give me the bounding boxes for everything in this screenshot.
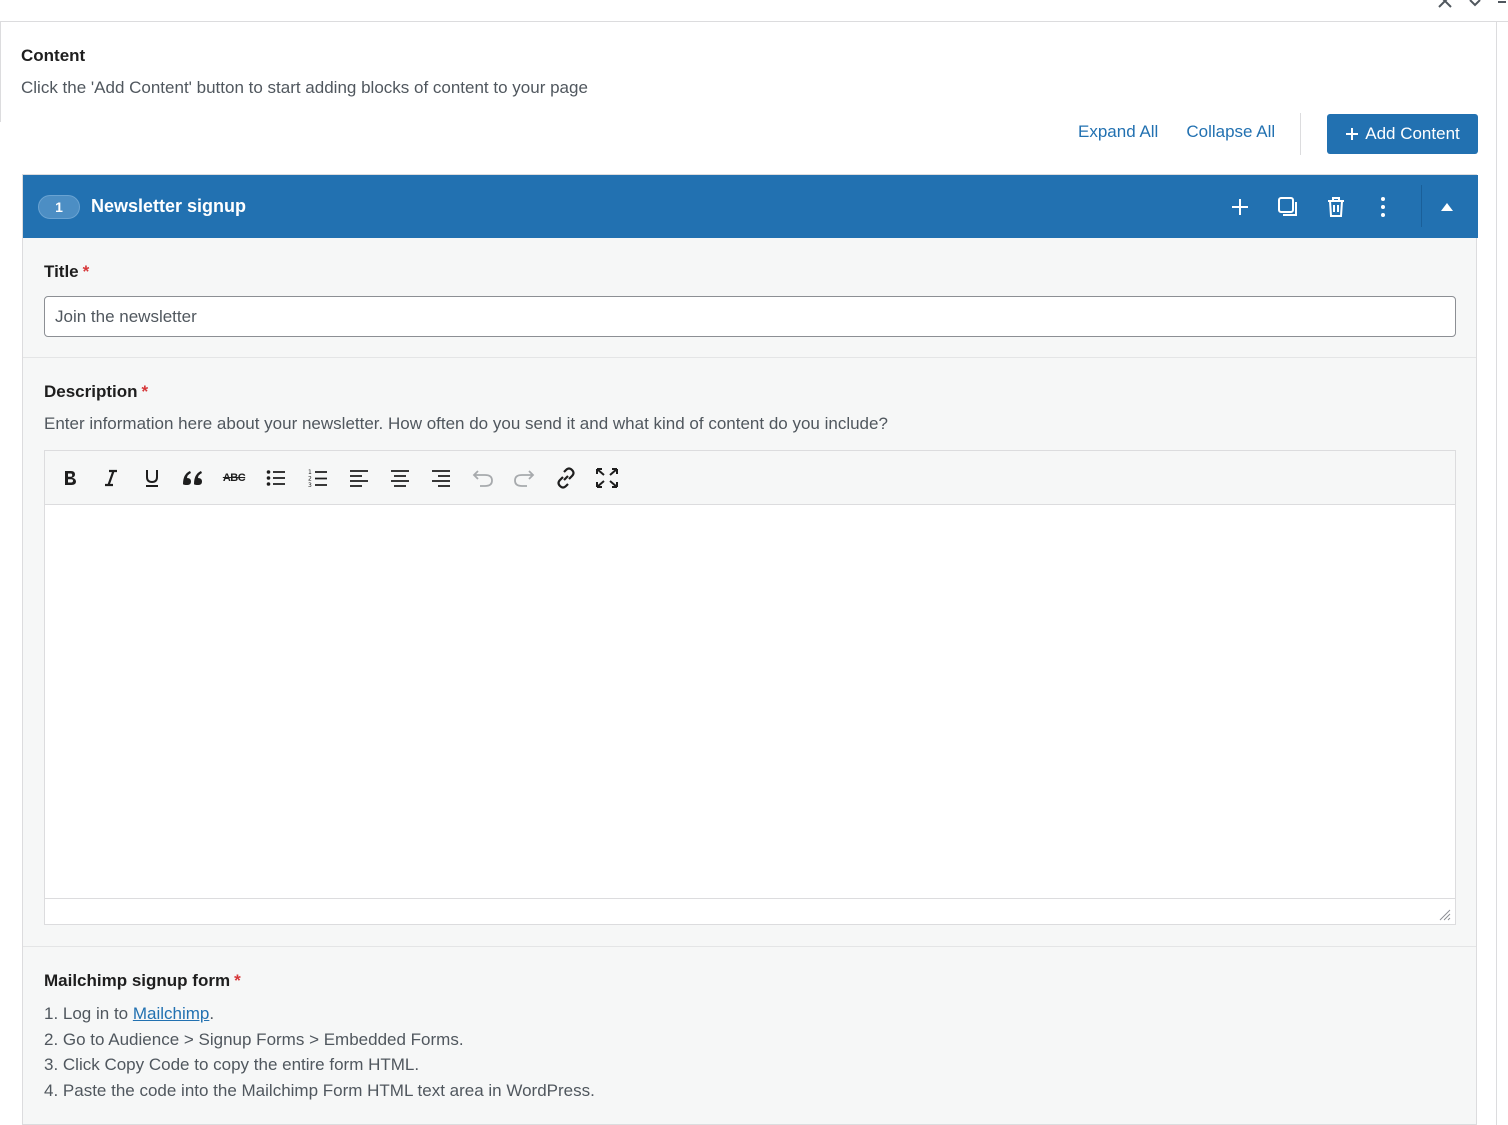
step-4: 4. Paste the code into the Mailchimp For… [44,1080,595,1100]
underline-button[interactable] [136,462,168,494]
mailchimp-instructions: 1. Log in to Mailchimp. 2. Go to Audienc… [44,1001,595,1103]
bullet-list-icon [266,470,285,486]
mailchimp-label: Mailchimp signup form * [44,971,241,991]
svg-text:3: 3 [308,482,312,488]
block-number-badge: 1 [38,195,80,219]
panel-edge [0,22,1,122]
align-right-button[interactable] [425,462,457,494]
blockquote-button[interactable] [177,462,209,494]
underline-icon [146,470,158,487]
block-title: Newsletter signup [91,196,247,216]
undo-icon [472,470,493,487]
editor-toolbar: ABC 123 [45,451,1455,505]
required-marker: * [82,262,90,281]
numbered-list-icon: 123 [308,469,327,488]
numbered-list-button[interactable]: 123 [302,462,334,494]
content-heading: Content [21,46,86,65]
delete-block-button[interactable] [1320,191,1352,223]
divider [1300,113,1301,155]
strikethrough-icon: ABC [222,472,246,484]
minimize-icon[interactable] [1496,0,1508,15]
required-marker: * [141,382,149,401]
undo-button[interactable] [467,462,499,494]
chevron-down-icon[interactable] [1468,0,1482,15]
mailchimp-label-text: Mailchimp signup form [44,971,231,990]
content-block: 1 Newsletter signup Title* Description* … [22,174,1478,1125]
duplicate-block-button[interactable] [1272,191,1304,223]
expand-all-link[interactable]: Expand All [1078,122,1158,142]
duplicate-icon [1278,197,1297,216]
trash-icon [1328,197,1344,217]
plus-icon [1232,199,1248,215]
kebab-menu-icon [1381,197,1385,217]
fullscreen-icon [596,468,618,488]
caret-up-icon [1441,203,1453,211]
title-label-text: Title [44,262,79,281]
redo-icon [514,470,535,487]
section-divider [23,946,1476,947]
fullscreen-button[interactable] [591,462,623,494]
align-left-icon [350,470,368,487]
more-options-button[interactable] [1367,191,1399,223]
step-3: 3. Click Copy Code to copy the entire fo… [44,1055,420,1074]
top-strip [0,0,1508,22]
description-label: Description * [44,382,148,402]
align-left-button[interactable] [343,462,375,494]
italic-icon [105,469,117,487]
strikethrough-button[interactable]: ABC [218,462,250,494]
editor-content-area[interactable] [45,506,1455,899]
step-1-suffix: . [209,1004,215,1023]
scrollbar[interactable] [1496,22,1508,1125]
window-controls [1436,0,1508,15]
title-label: Title * [44,262,89,282]
step-1: 1. Log in to Mailchimp. [44,1001,595,1027]
link-icon [557,467,575,489]
align-center-button[interactable] [384,462,416,494]
content-description: Click the 'Add Content' button to start … [21,78,588,97]
collapse-all-link[interactable]: Collapse All [1186,122,1275,142]
required-marker: * [234,971,241,990]
section-divider [23,357,1476,358]
step-2: 2. Go to Audience > Signup Forms > Embed… [44,1029,464,1049]
plus-icon [1346,128,1359,140]
header-divider [1421,185,1422,227]
expand-collapse-links: Expand All Collapse All [1078,122,1275,142]
align-right-icon [432,470,450,487]
link-button[interactable] [550,462,582,494]
close-icon[interactable] [1436,0,1454,15]
editor-statusbar [45,898,1455,924]
description-help: Enter information here about your newsle… [44,414,888,433]
italic-button[interactable] [95,462,127,494]
bullet-list-button[interactable] [260,462,292,494]
step-1-text: 1. Log in to [44,1004,133,1023]
add-content-label: Add Content [1365,124,1460,143]
mailchimp-link[interactable]: Mailchimp [133,1004,210,1023]
block-header[interactable]: 1 Newsletter signup [23,175,1478,238]
bold-button[interactable] [54,462,86,494]
bold-icon [65,471,76,485]
description-label-text: Description [44,382,138,401]
add-content-button[interactable]: Add Content [1327,114,1478,154]
redo-button[interactable] [508,462,540,494]
blockquote-icon [183,471,202,485]
add-block-button[interactable] [1224,191,1256,223]
collapse-block-button[interactable] [1431,191,1463,223]
resize-handle-icon[interactable] [1439,909,1451,921]
align-center-icon [391,470,409,487]
title-input[interactable] [44,296,1456,337]
rich-text-editor: ABC 123 [44,450,1456,925]
